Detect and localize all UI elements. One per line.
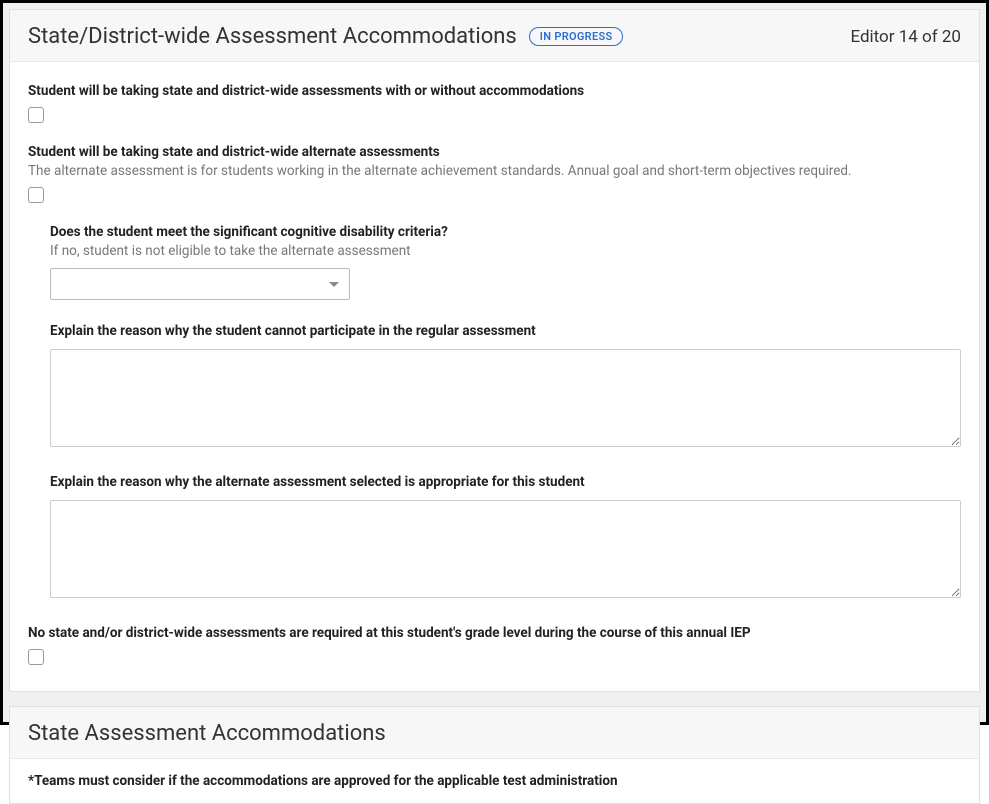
field-reason-cannot-participate: Explain the reason why the student canno… [50, 322, 961, 451]
field-hint: If no, student is not eligible to take t… [50, 242, 961, 261]
panel-header: State/District-wide Assessment Accommoda… [10, 10, 979, 62]
checkbox-with-without-accommodations[interactable] [28, 107, 44, 123]
checkbox-alternate-assessments[interactable] [28, 187, 44, 203]
field-label: Does the student meet the significant co… [50, 223, 961, 242]
checkbox-no-assessments-required[interactable] [28, 649, 44, 665]
page-title: State/District-wide Assessment Accommoda… [28, 24, 517, 49]
status-badge: IN PROGRESS [529, 27, 624, 46]
chevron-down-icon [329, 282, 339, 287]
cognitive-disability-section: Does the student meet the significant co… [50, 223, 961, 301]
section-note: *Teams must consider if the accommodatio… [28, 773, 961, 789]
field-label: Student will be taking state and distric… [28, 143, 961, 162]
field-no-assessments-required: No state and/or district-wide assessment… [28, 624, 961, 669]
field-label: Explain the reason why the alternate ass… [50, 473, 961, 492]
field-label: No state and/or district-wide assessment… [28, 624, 961, 643]
state-assessment-panel: State Assessment Accommodations *Teams m… [9, 706, 980, 804]
reason-cannot-participate-textarea[interactable] [50, 349, 961, 447]
field-with-without-accommodations: Student will be taking state and distric… [28, 82, 961, 127]
reason-appropriate-textarea[interactable] [50, 500, 961, 598]
field-label: Explain the reason why the student canno… [50, 322, 961, 341]
field-hint: The alternate assessment is for students… [28, 162, 961, 181]
section-title: State Assessment Accommodations [10, 707, 979, 759]
cognitive-disability-select[interactable] [50, 268, 350, 300]
field-alternate-assessments: Student will be taking state and distric… [28, 143, 961, 207]
field-label: Student will be taking state and distric… [28, 82, 961, 101]
editor-counter: Editor 14 of 20 [850, 27, 961, 47]
assessment-accommodations-panel: State/District-wide Assessment Accommoda… [9, 9, 980, 692]
field-reason-appropriate: Explain the reason why the alternate ass… [50, 473, 961, 602]
